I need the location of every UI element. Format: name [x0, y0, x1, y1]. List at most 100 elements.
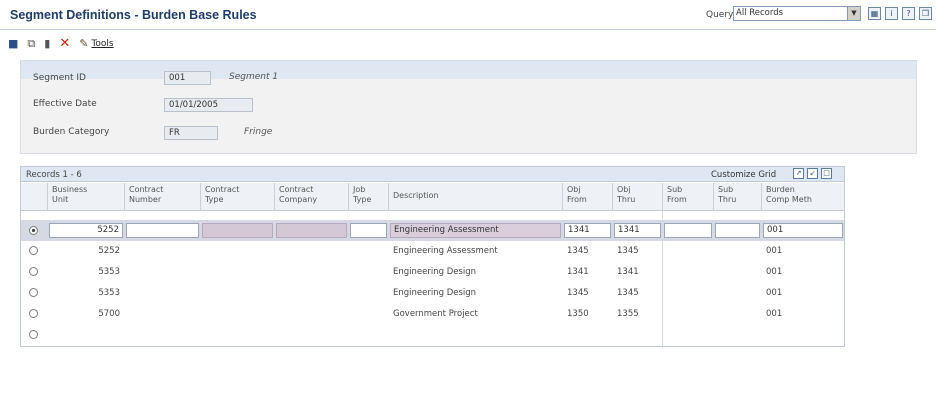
obj-thru-cell: 1345	[617, 246, 639, 256]
description-cell: Government Project	[393, 309, 478, 319]
col-divider	[47, 183, 48, 211]
business-unit-cell: 5353	[98, 288, 120, 298]
row-radio[interactable]	[29, 330, 38, 339]
obj-thru-cell: 1345	[617, 288, 639, 298]
table-row[interactable]: 5252 Engineering Assessment 1341 1341 00…	[21, 220, 844, 241]
description-input: Engineering Assessment	[390, 223, 561, 238]
records-grid: Records 1 - 6 Customize Grid ↗ ↙ □ Busin…	[20, 166, 845, 348]
business-unit-cell: 5252	[98, 246, 120, 256]
col-sub-from[interactable]: Sub From	[667, 185, 687, 205]
obj-thru-cell: 1341	[617, 267, 639, 277]
copy-icon[interactable]: ⧉	[27, 37, 35, 51]
description-cell: Engineering Design	[393, 267, 477, 277]
burden-comp-cell: 001	[766, 246, 783, 256]
export-icon[interactable]: ↗	[793, 168, 804, 179]
delete-icon[interactable]: ▮	[44, 37, 50, 51]
info-icon[interactable]: i	[885, 7, 898, 20]
business-unit-input[interactable]: 5252	[49, 223, 123, 238]
burden-comp-input[interactable]: 001	[763, 223, 843, 238]
sub-thru-input[interactable]	[715, 223, 760, 238]
col-divider	[388, 183, 389, 211]
segment-id-label: Segment ID	[33, 73, 86, 83]
header-strip	[21, 61, 916, 79]
title-bar: Segment Definitions - Burden Base Rules …	[0, 0, 936, 30]
row-radio[interactable]	[29, 267, 38, 276]
col-job-type[interactable]: Job Type	[353, 185, 371, 205]
row-radio[interactable]	[29, 288, 38, 297]
grid-toolbar: Records 1 - 6 Customize Grid ↗ ↙ □	[21, 167, 844, 182]
col-description[interactable]: Description	[393, 191, 439, 201]
customize-grid-link[interactable]: Customize Grid	[711, 170, 776, 180]
obj-from-input[interactable]: 1341	[564, 223, 611, 238]
col-divider	[844, 183, 845, 211]
header-icons: ▦ i ? ❒	[868, 7, 932, 20]
col-divider	[612, 183, 613, 211]
effective-date-field: 01/01/2005	[164, 98, 253, 112]
business-unit-cell: 5353	[98, 267, 120, 277]
burden-category-field: FR	[164, 126, 218, 140]
table-row[interactable]: 5700 Government Project 1350 1355 001	[21, 304, 844, 325]
grid-buttons: ↗ ↙ □	[793, 168, 832, 179]
tools-button[interactable]: ✎ Tools	[79, 37, 113, 51]
maximize-icon[interactable]: □	[821, 168, 832, 179]
job-type-input[interactable]	[350, 223, 387, 238]
contract-company-input	[276, 223, 347, 238]
table-row[interactable]: 5252 Engineering Assessment 1345 1345 00…	[21, 241, 844, 262]
col-divider	[662, 183, 663, 211]
records-count: Records 1 - 6	[26, 170, 82, 180]
col-divider	[562, 183, 563, 211]
col-burden-comp[interactable]: Burden Comp Meth	[766, 185, 812, 205]
burden-comp-cell: 001	[766, 267, 783, 277]
col-business-unit[interactable]: Business Unit	[52, 185, 87, 205]
column-headers: Business Unit Contract Number Contract Type…	[21, 183, 844, 211]
col-obj-thru[interactable]: Obj Thru	[617, 185, 635, 205]
chevron-down-icon[interactable]: ▼	[847, 7, 860, 20]
row-radio[interactable]	[29, 309, 38, 318]
obj-thru-cell: 1355	[617, 309, 639, 319]
import-icon[interactable]: ↙	[807, 168, 818, 179]
close-icon[interactable]: ✕	[59, 37, 70, 51]
tools-icon: ✎	[79, 37, 89, 50]
table-row[interactable]: 5353 Engineering Design 1345 1345 001	[21, 283, 844, 304]
col-divider	[200, 183, 201, 211]
col-sub-thru[interactable]: Sub Thru	[718, 185, 736, 205]
page-title: Segment Definitions - Burden Base Rules	[10, 8, 257, 22]
toolbar: ■ ⧉ ▮ ✕ ✎ Tools	[8, 36, 114, 52]
save-icon[interactable]: ■	[8, 37, 18, 51]
sub-from-input[interactable]	[664, 223, 712, 238]
col-obj-from[interactable]: Obj From	[567, 185, 587, 205]
segment-id-field: 001	[164, 71, 211, 85]
table-row[interactable]: 5353 Engineering Design 1341 1341 001	[21, 262, 844, 283]
tools-label: Tools	[91, 39, 114, 49]
burden-category-label: Burden Category	[33, 127, 110, 137]
query-select[interactable]: All Records ▼	[733, 6, 861, 21]
obj-from-cell: 1341	[567, 267, 589, 277]
table-row[interactable]	[21, 325, 844, 346]
contract-number-input[interactable]	[126, 223, 199, 238]
effective-date-label: Effective Date	[33, 99, 97, 109]
burden-category-desc: Fringe	[244, 127, 273, 137]
row-radio[interactable]	[29, 226, 38, 235]
grid-icon[interactable]: ▦	[868, 7, 881, 20]
obj-from-cell: 1345	[567, 288, 589, 298]
segment-desc: Segment 1	[229, 72, 279, 82]
burden-comp-cell: 001	[766, 309, 783, 319]
row-radio[interactable]	[29, 246, 38, 255]
obj-from-cell: 1350	[567, 309, 589, 319]
col-divider	[761, 183, 762, 211]
query-value: All Records	[736, 8, 784, 18]
description-cell: Engineering Assessment	[393, 246, 498, 256]
obj-from-cell: 1345	[567, 246, 589, 256]
query-label: Query:	[706, 10, 736, 20]
description-cell: Engineering Design	[393, 288, 477, 298]
col-contract-number[interactable]: Contract Number	[129, 185, 163, 205]
col-divider	[348, 183, 349, 211]
book-icon[interactable]: ❒	[919, 7, 932, 20]
obj-thru-input[interactable]: 1341	[614, 223, 661, 238]
col-contract-type[interactable]: Contract Type	[205, 185, 239, 205]
header-panel: Segment ID 001 Segment 1 Effective Date …	[20, 60, 917, 154]
burden-comp-cell: 001	[766, 288, 783, 298]
help-icon[interactable]: ?	[902, 7, 915, 20]
col-divider	[713, 183, 714, 211]
col-contract-company[interactable]: Contract Company	[279, 185, 317, 205]
